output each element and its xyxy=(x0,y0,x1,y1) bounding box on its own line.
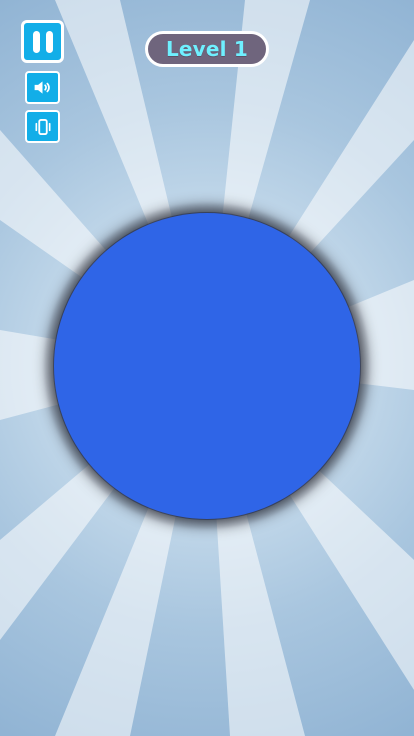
game-screen: Level 1 xyxy=(0,0,414,736)
pause-icon-bar-right xyxy=(45,30,53,53)
blue-target-circle[interactable] xyxy=(54,213,360,519)
speaker-icon xyxy=(34,81,50,94)
vibration-button[interactable] xyxy=(25,110,60,143)
sound-button[interactable] xyxy=(25,71,60,104)
pause-button[interactable] xyxy=(21,20,64,63)
pause-icon xyxy=(32,30,53,53)
vibration-icon xyxy=(35,118,51,135)
level-indicator: Level 1 xyxy=(145,31,269,67)
pause-icon-bar-left xyxy=(32,30,40,53)
